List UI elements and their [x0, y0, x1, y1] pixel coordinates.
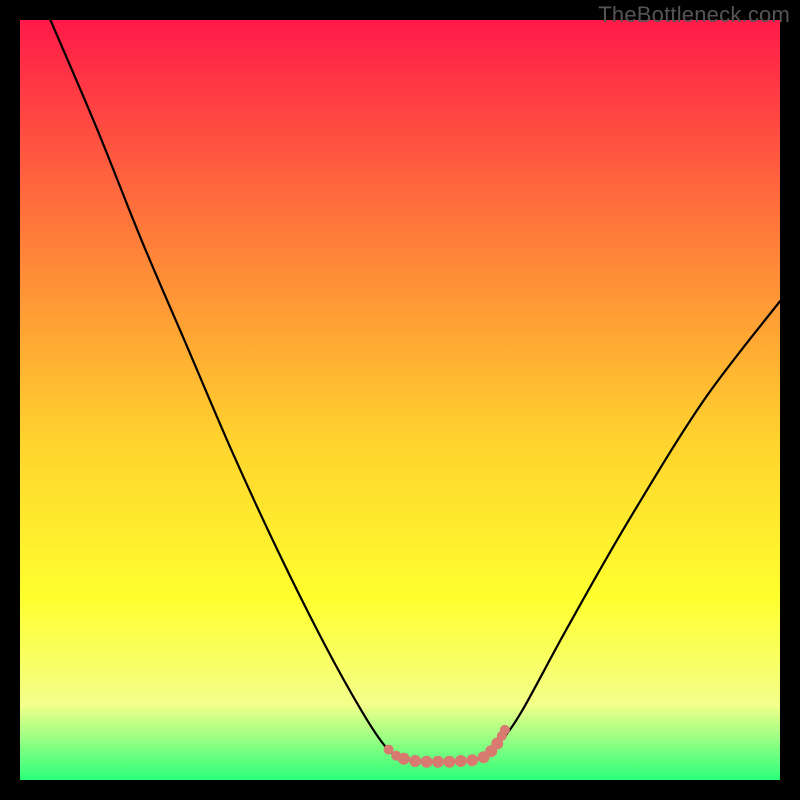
curve-marker	[421, 756, 433, 768]
curve-marker	[455, 755, 467, 767]
curve-marker	[398, 753, 410, 765]
chart-svg	[20, 20, 780, 780]
curve-marker	[432, 756, 444, 768]
plot-area	[20, 20, 780, 780]
watermark-text: TheBottleneck.com	[598, 2, 790, 28]
gradient-bg	[20, 20, 780, 780]
curve-marker	[500, 725, 510, 735]
curve-marker	[443, 756, 455, 768]
curve-marker	[466, 754, 478, 766]
chart-frame: TheBottleneck.com	[0, 0, 800, 800]
curve-marker	[409, 755, 421, 767]
